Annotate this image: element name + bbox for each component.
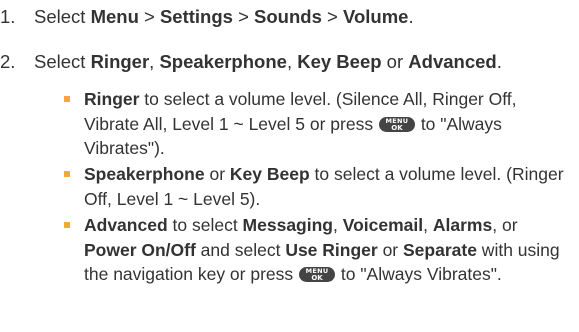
bullet-marker: [64, 171, 70, 177]
bullet-marker: [64, 96, 70, 102]
bullet-ringer: Ringer to select a volume level. (Silenc…: [64, 87, 574, 161]
bullet-advanced: Advanced to select Messaging, Voicemail,…: [64, 213, 574, 287]
menu-path-item: Sounds: [254, 6, 322, 27]
step-number: 2.: [0, 51, 16, 72]
menu-path-item: Menu: [90, 6, 139, 27]
bullet-speakerphone: Speakerphone or Key Beep to select a vol…: [64, 162, 574, 211]
menu-ok-key-icon: MENU OK: [378, 116, 415, 132]
option-name: Key Beep: [297, 51, 382, 72]
step-text: Select Ringer, Speakerphone, Key Beep or…: [34, 51, 502, 72]
menu-ok-key-icon: MENU OK: [299, 267, 336, 282]
menu-path-item: Volume: [342, 6, 409, 27]
option-name: Advanced: [408, 51, 497, 72]
step-text: Select Menu > Settings > Sounds > Volume…: [34, 6, 414, 27]
step-number: 1.: [0, 6, 16, 27]
option-name: Ringer: [90, 51, 150, 72]
bullet-marker: [64, 222, 70, 228]
menu-path-item: Settings: [159, 6, 233, 27]
option-name: Speakerphone: [159, 51, 287, 72]
